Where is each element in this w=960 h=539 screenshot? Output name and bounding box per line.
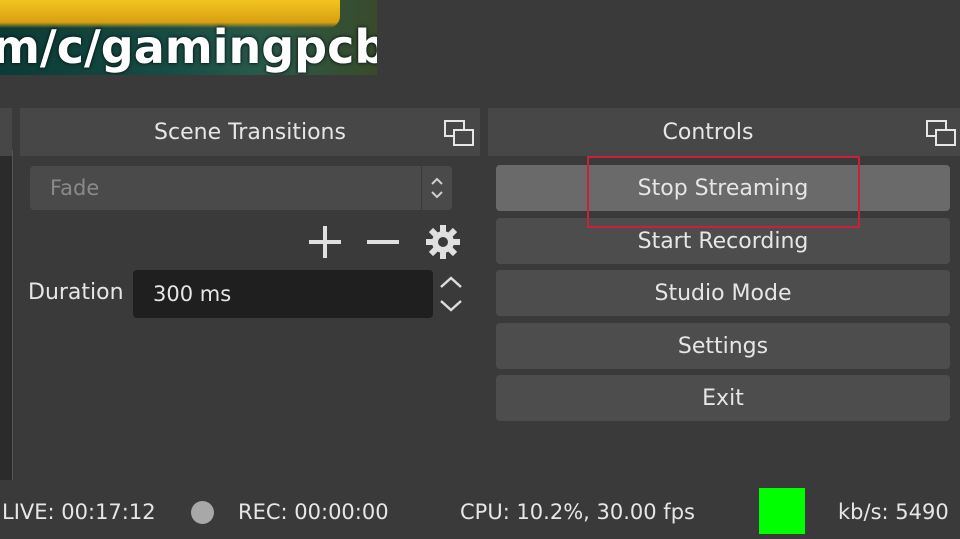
transition-select[interactable]: Fade xyxy=(30,166,452,210)
preview-background xyxy=(377,0,960,100)
preview-url-text: m/c/gamingpcbu xyxy=(0,20,377,74)
network-health-indicator xyxy=(759,488,805,534)
status-bar: LIVE: 00:17:12 REC: 00:00:00 CPU: 10.2%,… xyxy=(0,486,960,539)
highlight-box xyxy=(587,156,860,228)
scene-transitions-title: Scene Transitions xyxy=(154,119,346,145)
rec-timer: REC: 00:00:00 xyxy=(238,500,389,524)
bitrate-status: kb/s: 5490 xyxy=(838,500,949,524)
preview-canvas: m/c/gamingpcbu xyxy=(0,0,377,75)
live-timer: LIVE: 00:17:12 xyxy=(2,500,156,524)
settings-button[interactable]: Settings xyxy=(496,323,950,369)
controls-header: Controls xyxy=(488,108,960,156)
duration-spinner[interactable] xyxy=(434,270,468,318)
undock-icon[interactable] xyxy=(444,120,474,148)
minus-icon xyxy=(367,240,399,244)
undock-icon[interactable] xyxy=(926,120,956,148)
transition-select-value: Fade xyxy=(50,176,100,200)
sources-dock-header-edge xyxy=(0,108,12,156)
chevron-updown-icon xyxy=(421,166,452,210)
cpu-status: CPU: 10.2%, 30.00 fps xyxy=(460,500,695,524)
sources-dock-edge xyxy=(0,150,13,480)
scene-transitions-header: Scene Transitions xyxy=(20,108,480,156)
gear-icon xyxy=(426,225,460,259)
spin-down-icon[interactable] xyxy=(434,294,468,318)
record-indicator-icon xyxy=(191,501,214,524)
plus-icon xyxy=(309,226,341,258)
duration-value: 300 ms xyxy=(153,282,232,306)
exit-button[interactable]: Exit xyxy=(496,375,950,421)
duration-input[interactable]: 300 ms xyxy=(133,270,433,318)
duration-label: Duration xyxy=(28,280,124,305)
remove-transition-button[interactable] xyxy=(364,222,402,262)
studio-mode-button[interactable]: Studio Mode xyxy=(496,270,950,316)
controls-title: Controls xyxy=(662,119,754,145)
transition-properties-button[interactable] xyxy=(423,222,463,262)
add-transition-button[interactable] xyxy=(306,222,344,262)
spin-up-icon[interactable] xyxy=(434,270,468,294)
